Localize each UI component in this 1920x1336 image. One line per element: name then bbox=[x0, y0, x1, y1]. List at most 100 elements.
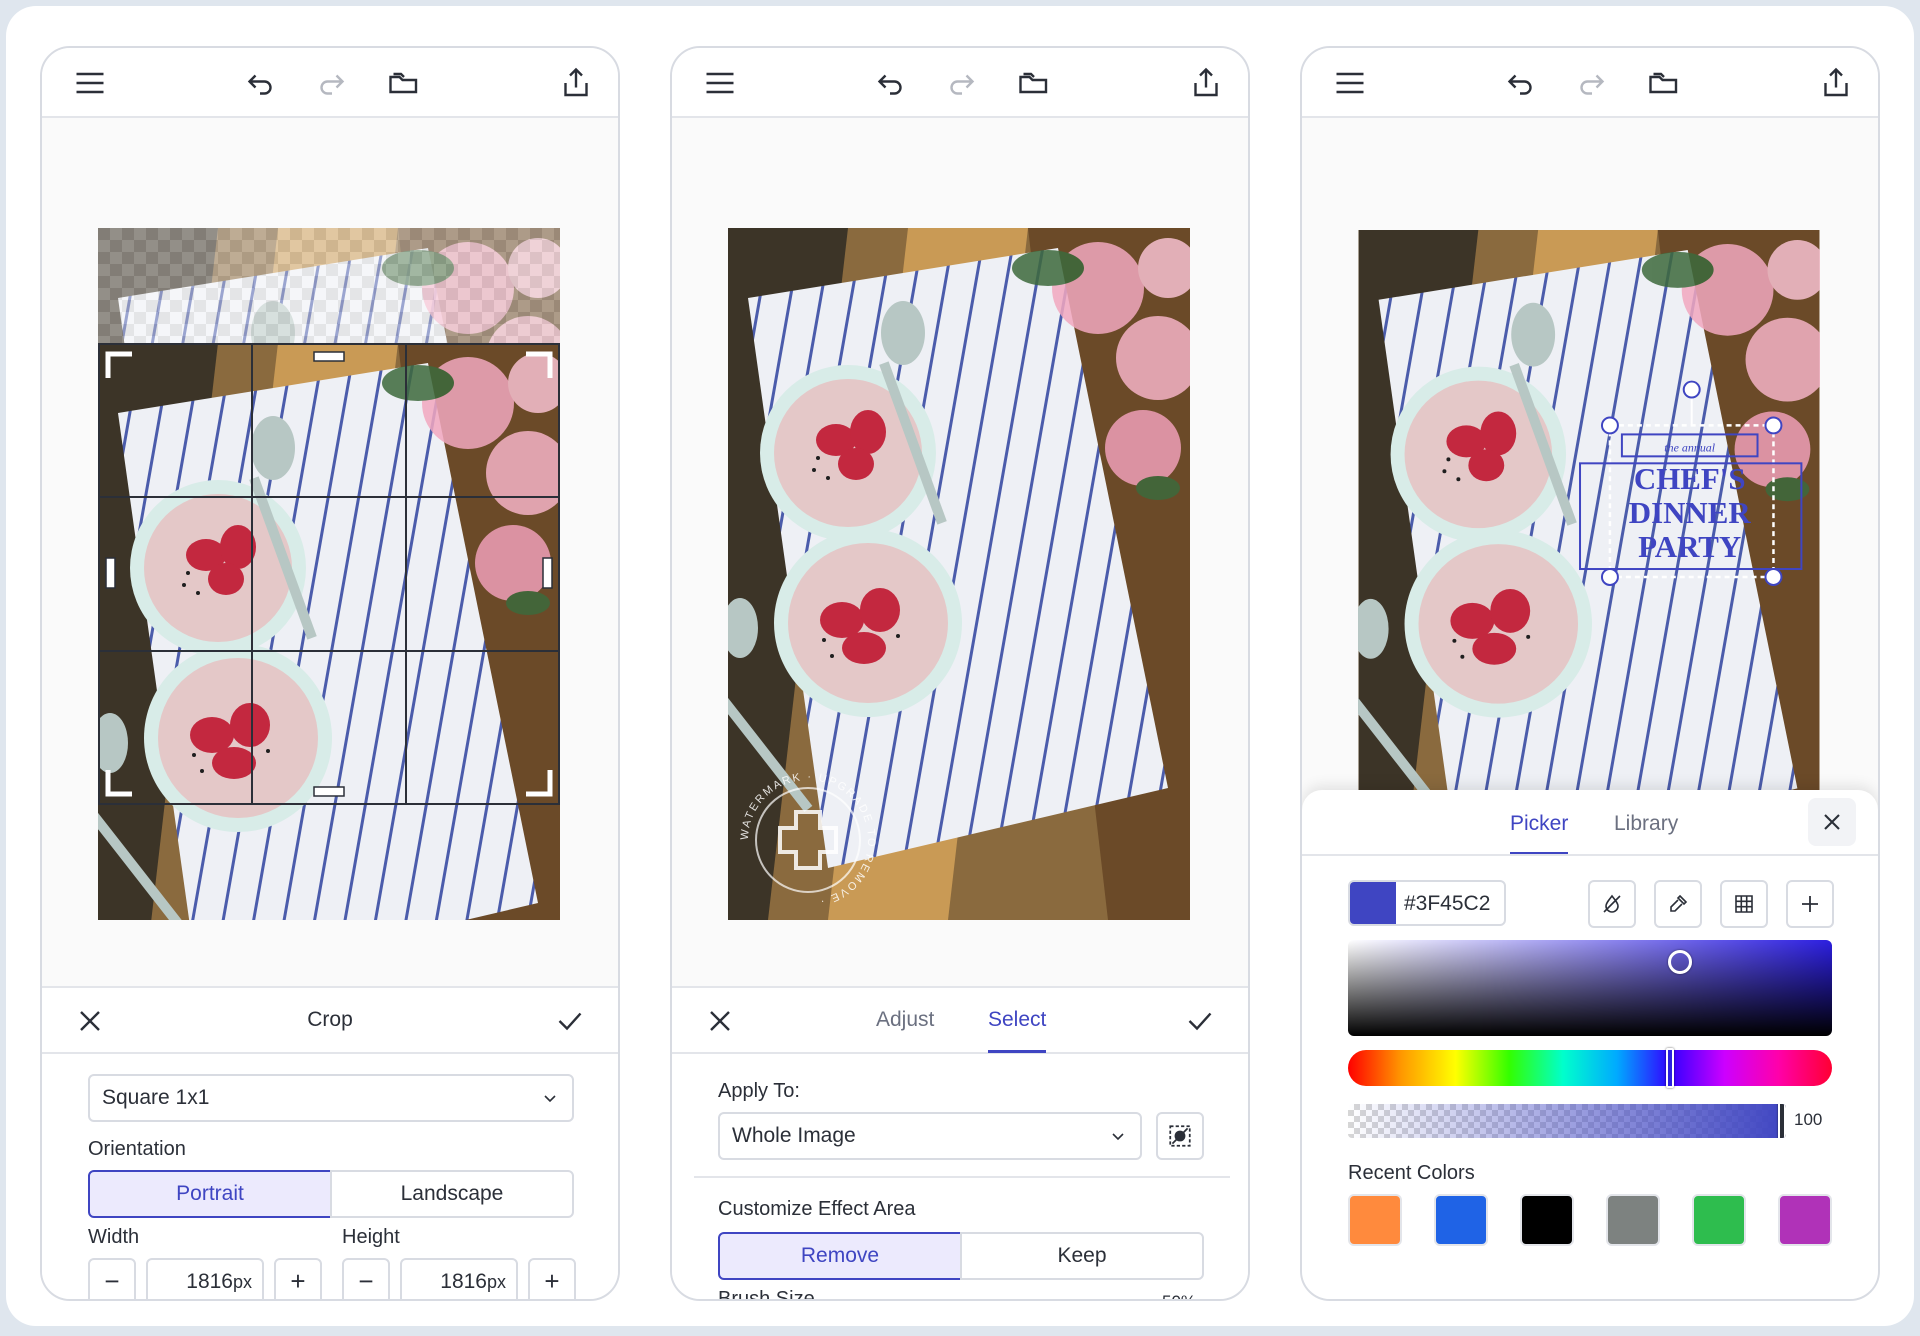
width-value: 1816 bbox=[186, 1270, 233, 1293]
opacity-gradient bbox=[1348, 1104, 1786, 1138]
width-increment-button[interactable]: + bbox=[274, 1258, 322, 1299]
open-folder-icon[interactable] bbox=[386, 65, 422, 101]
color-picker-sheet: Picker Library #3F45C2 100 Recent Colors bbox=[1302, 790, 1878, 1299]
width-decrement-button[interactable]: − bbox=[88, 1258, 136, 1299]
tab-library[interactable]: Library bbox=[1614, 812, 1678, 836]
effect-area-remove[interactable]: Remove bbox=[718, 1232, 962, 1280]
hamburger-menu-icon[interactable] bbox=[702, 65, 738, 101]
undo-icon[interactable] bbox=[1502, 65, 1538, 101]
plus-icon bbox=[1802, 896, 1818, 912]
overlay-small-text: the annual bbox=[1664, 440, 1715, 454]
width-input[interactable]: 1816px bbox=[146, 1258, 264, 1299]
share-export-icon[interactable] bbox=[1818, 65, 1854, 101]
invert-selection-button[interactable] bbox=[1156, 1112, 1204, 1160]
undo-icon[interactable] bbox=[872, 65, 908, 101]
recent-color-swatch[interactable] bbox=[1778, 1194, 1832, 1246]
crop-title: Crop bbox=[307, 1008, 353, 1031]
share-export-icon[interactable] bbox=[1188, 65, 1224, 101]
app-frame: Crop Square 1x1 Orientation Portrait Lan… bbox=[6, 6, 1914, 1326]
sv-handle[interactable] bbox=[1668, 950, 1692, 974]
hue-slider[interactable] bbox=[1348, 1048, 1832, 1088]
redo-icon[interactable] bbox=[1574, 65, 1610, 101]
active-tab-indicator bbox=[988, 1050, 1046, 1053]
top-toolbar bbox=[672, 48, 1248, 118]
overlay-line-3: PARTY bbox=[1638, 529, 1741, 564]
open-folder-icon[interactable] bbox=[1646, 65, 1682, 101]
recent-color-swatch[interactable] bbox=[1520, 1194, 1574, 1246]
chevron-down-icon bbox=[544, 1095, 556, 1103]
opacity-value: 100 bbox=[1794, 1110, 1823, 1129]
close-icon[interactable] bbox=[1808, 798, 1856, 846]
undo-icon[interactable] bbox=[242, 65, 278, 101]
select-settings-sheet: Adjust Select Apply To: Whole Image Cust… bbox=[672, 986, 1248, 1301]
apply-to-value: Whole Image bbox=[732, 1124, 856, 1147]
select-canvas[interactable]: WATERMARK · UPGRADE TO REMOVE · bbox=[672, 120, 1248, 986]
recent-color-swatch[interactable] bbox=[1606, 1194, 1660, 1246]
width-label: Width bbox=[88, 1226, 140, 1248]
hamburger-menu-icon[interactable] bbox=[1332, 65, 1368, 101]
effect-area-label: Customize Effect Area bbox=[718, 1198, 916, 1220]
check-icon[interactable] bbox=[552, 1003, 588, 1039]
crop-photo bbox=[98, 228, 560, 920]
color-panel: the annual CHEF'S DINNER PARTY Picker Li… bbox=[1300, 46, 1880, 1301]
opacity-handle[interactable] bbox=[1778, 1104, 1786, 1138]
open-folder-icon[interactable] bbox=[1016, 65, 1052, 101]
select-photo: WATERMARK · UPGRADE TO REMOVE · bbox=[728, 228, 1190, 920]
no-color-icon bbox=[1603, 894, 1621, 913]
redo-icon[interactable] bbox=[314, 65, 350, 101]
orientation-label: Orientation bbox=[88, 1138, 186, 1160]
check-icon[interactable] bbox=[1182, 1003, 1218, 1039]
top-toolbar bbox=[1302, 48, 1878, 118]
overlay-line-1: CHEF'S bbox=[1634, 461, 1746, 496]
crop-canvas[interactable] bbox=[42, 120, 618, 986]
opacity-slider[interactable] bbox=[1348, 1104, 1786, 1138]
add-color-button[interactable] bbox=[1786, 880, 1834, 928]
tab-picker[interactable]: Picker bbox=[1510, 812, 1568, 836]
orientation-portrait[interactable]: Portrait bbox=[88, 1170, 332, 1218]
height-decrement-button[interactable]: − bbox=[342, 1258, 390, 1299]
saturation-value-area[interactable] bbox=[1348, 940, 1832, 1036]
crop-settings-sheet: Crop Square 1x1 Orientation Portrait Lan… bbox=[42, 986, 618, 1299]
share-export-icon[interactable] bbox=[558, 65, 594, 101]
effect-area-keep[interactable]: Keep bbox=[960, 1232, 1204, 1280]
divider bbox=[1302, 854, 1878, 856]
orientation-landscape[interactable]: Landscape bbox=[330, 1170, 574, 1218]
height-input[interactable]: 1816px bbox=[400, 1258, 518, 1299]
current-color-swatch bbox=[1350, 882, 1396, 924]
brush-size-label: Brush Size bbox=[718, 1288, 815, 1301]
recent-color-swatch[interactable] bbox=[1692, 1194, 1746, 1246]
select-panel: WATERMARK · UPGRADE TO REMOVE · Adjust S… bbox=[670, 46, 1250, 1301]
recent-color-swatch[interactable] bbox=[1434, 1194, 1488, 1246]
redo-icon[interactable] bbox=[944, 65, 980, 101]
hamburger-menu-icon[interactable] bbox=[72, 65, 108, 101]
eyedropper-button[interactable] bbox=[1654, 880, 1702, 928]
tab-select[interactable]: Select bbox=[988, 1008, 1046, 1032]
invert-selection-icon bbox=[1169, 1125, 1191, 1147]
hex-color-field[interactable]: #3F45C2 bbox=[1348, 880, 1506, 926]
height-label: Height bbox=[342, 1226, 400, 1248]
select-header-bar: Adjust Select bbox=[672, 988, 1248, 1054]
width-unit: px bbox=[232, 1272, 252, 1292]
crop-header-bar: Crop bbox=[42, 988, 618, 1054]
hex-value: #3F45C2 bbox=[1404, 892, 1491, 915]
top-toolbar bbox=[42, 48, 618, 118]
close-icon[interactable] bbox=[702, 1003, 738, 1039]
divider bbox=[694, 1176, 1230, 1178]
no-color-button[interactable] bbox=[1588, 880, 1636, 928]
overlay-line-2: DINNER bbox=[1629, 495, 1752, 530]
recent-color-swatch[interactable] bbox=[1348, 1194, 1402, 1246]
chevron-down-icon bbox=[1112, 1133, 1124, 1141]
apply-to-select[interactable]: Whole Image bbox=[718, 1112, 1142, 1160]
apply-to-label: Apply To: bbox=[718, 1080, 800, 1102]
brush-size-value: 50% bbox=[1162, 1292, 1196, 1299]
crop-panel: Crop Square 1x1 Orientation Portrait Lan… bbox=[40, 46, 620, 1301]
tab-adjust[interactable]: Adjust bbox=[876, 1008, 934, 1032]
hue-handle[interactable] bbox=[1666, 1048, 1674, 1088]
height-increment-button[interactable]: + bbox=[528, 1258, 576, 1299]
swatch-grid-button[interactable] bbox=[1720, 880, 1768, 928]
height-value: 1816 bbox=[440, 1270, 487, 1293]
height-unit: px bbox=[486, 1272, 506, 1292]
aspect-ratio-value: Square 1x1 bbox=[102, 1086, 210, 1109]
aspect-ratio-select[interactable]: Square 1x1 bbox=[88, 1074, 574, 1122]
grid-icon bbox=[1735, 895, 1753, 913]
